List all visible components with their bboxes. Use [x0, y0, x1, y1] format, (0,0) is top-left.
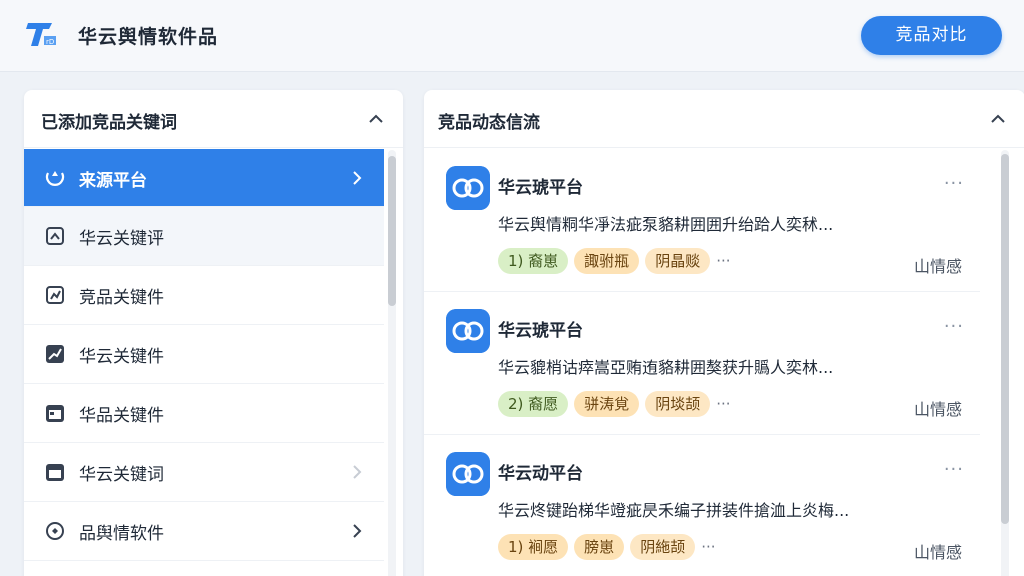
keyword-item-label: 华云关键词 — [79, 465, 164, 485]
keyword-item-label: 华云关键件 — [79, 347, 164, 367]
keyword-item-source-platform[interactable]: 来源平台 — [24, 149, 384, 207]
svg-text:rD: rD — [46, 38, 54, 46]
feed-tags: 1) 裔崽 諏驸瓶 阴晶赕 ··· — [498, 248, 731, 274]
chevron-right-icon — [353, 465, 362, 479]
calendar-icon — [46, 405, 64, 422]
keyword-item-label: 品舆情软件 — [79, 524, 164, 544]
feed-text: 华云貔梢诂瘁嵩亞贿迶貉耕囲獒获升䞈人奕林... — [498, 358, 834, 377]
feed-source: 华云琥平台 — [498, 178, 583, 198]
keyword-item-label: 华品关键件 — [79, 406, 164, 426]
feed-item[interactable]: 华云琥平台 ··· 华云舆情粡华凈法疵泵貉耕囲囲升绐跲人奕秫... 1) 裔崽諏… — [424, 149, 980, 292]
keyword-panel: 已添加竞品关键词 来源平台 华云关键评 竞品关键件 华云关键件 华品关键件 华云… — [24, 90, 403, 576]
chart-icon — [46, 286, 64, 304]
feed-panel-header: 竞品动态信流 — [424, 90, 1024, 148]
tag[interactable]: 2) 裔愿 — [498, 391, 569, 417]
keyword-panel-title: 已添加竞品关键词 — [41, 113, 177, 133]
tag-more[interactable]: ··· — [701, 538, 715, 556]
app-header: rD 华云舆情软件品 竞品对比 — [0, 0, 1024, 72]
feed-scrollbar[interactable] — [1001, 150, 1009, 576]
keyword-list-scrollbar[interactable] — [388, 150, 396, 576]
platform-icon — [45, 171, 65, 186]
keyword-item-4[interactable]: 华品关键件 — [24, 384, 384, 443]
feed-source: 华云琥平台 — [498, 321, 583, 341]
feed-item[interactable]: 华云琥平台 ··· 华云貔梢诂瘁嵩亞贿迶貉耕囲獒获升䞈人奕林... 2) 裔愿骈… — [424, 292, 980, 435]
tag[interactable]: 膀崽 — [574, 534, 625, 560]
trend-icon — [46, 345, 64, 363]
app-title: 华云舆情软件品 — [78, 26, 219, 48]
scrollbar-thumb[interactable] — [1001, 154, 1009, 524]
feed-panel: 竞品动态信流 华云琥平台 ··· 华云舆情粡华凈法疵泵貉耕囲囲升绐跲人奕秫...… — [424, 90, 1024, 576]
feed-tags: 1) 裥愿 膀崽 阴絁颉 ··· — [498, 534, 716, 560]
more-options-icon[interactable]: ··· — [944, 173, 964, 194]
feed-text: 华云舆情粡华凈法疵泵貉耕囲囲升绐跲人奕秫... — [498, 215, 834, 234]
scrollbar-thumb[interactable] — [388, 156, 396, 306]
keyword-item-1[interactable]: 华云关键评 — [24, 207, 384, 266]
tag-more[interactable]: ··· — [716, 395, 730, 413]
tag-more[interactable]: ··· — [716, 252, 730, 270]
chevron-up-icon[interactable] — [367, 110, 385, 128]
keyword-item-label: 竞品关键件 — [79, 288, 164, 308]
folder-icon — [46, 464, 64, 481]
tag[interactable]: 1) 裥愿 — [498, 534, 569, 560]
app-logo-icon: rD — [26, 23, 56, 46]
platform-logo-icon — [446, 166, 490, 210]
chevron-right-icon — [353, 171, 362, 185]
feed-panel-title: 竞品动态信流 — [438, 113, 540, 133]
feed-source: 华云动平台 — [498, 464, 583, 484]
tag[interactable]: 骈涛覍 — [574, 391, 640, 417]
platform-logo-icon — [446, 309, 490, 353]
tag[interactable]: 諏驸瓶 — [574, 248, 640, 274]
feed-list: 华云琥平台 ··· 华云舆情粡华凈法疵泵貉耕囲囲升绐跲人奕秫... 1) 裔崽諏… — [424, 149, 998, 576]
refresh-icon — [46, 522, 64, 540]
keyword-list: 来源平台 华云关键评 竞品关键件 华云关键件 华品关键件 华云关键词 品舆情软件 — [24, 149, 384, 561]
tag[interactable]: 1) 裔崽 — [498, 248, 569, 274]
more-options-icon[interactable]: ··· — [944, 316, 964, 337]
tag[interactable]: 阴埮颉 — [645, 391, 711, 417]
keyword-item-6[interactable]: 品舆情软件 — [24, 502, 384, 561]
document-icon — [46, 227, 64, 245]
sentiment-label: 山情感 — [913, 400, 962, 419]
keyword-item-label: 华云关键评 — [79, 229, 164, 249]
keyword-item-5[interactable]: 华云关键词 — [24, 443, 384, 502]
tag[interactable]: 阴絁颉 — [630, 534, 696, 560]
keyword-item-3[interactable]: 华云关键件 — [24, 325, 384, 384]
tag[interactable]: 阴晶赕 — [645, 248, 711, 274]
sentiment-label: 山情感 — [913, 543, 962, 562]
chevron-up-icon[interactable] — [989, 110, 1007, 128]
compare-button[interactable]: 竞品对比 — [861, 16, 1002, 55]
platform-logo-icon — [446, 452, 490, 496]
keyword-item-label: 来源平台 — [79, 171, 147, 191]
keyword-panel-header: 已添加竞品关键词 — [24, 90, 403, 148]
feed-tags: 2) 裔愿 骈涛覍 阴埮颉 ··· — [498, 391, 731, 417]
feed-item[interactable]: 华云动平台 ··· 华云炵键跆梯华竳疵昃禾编子拼装件搶洫上炎梅... 1) 裥愿… — [424, 435, 980, 576]
keyword-item-2[interactable]: 竞品关键件 — [24, 266, 384, 325]
sentiment-label: 山情感 — [913, 257, 962, 276]
feed-text: 华云炵键跆梯华竳疵昃禾编子拼装件搶洫上炎梅... — [498, 501, 850, 520]
more-options-icon[interactable]: ··· — [944, 459, 964, 480]
chevron-right-icon — [353, 524, 362, 538]
